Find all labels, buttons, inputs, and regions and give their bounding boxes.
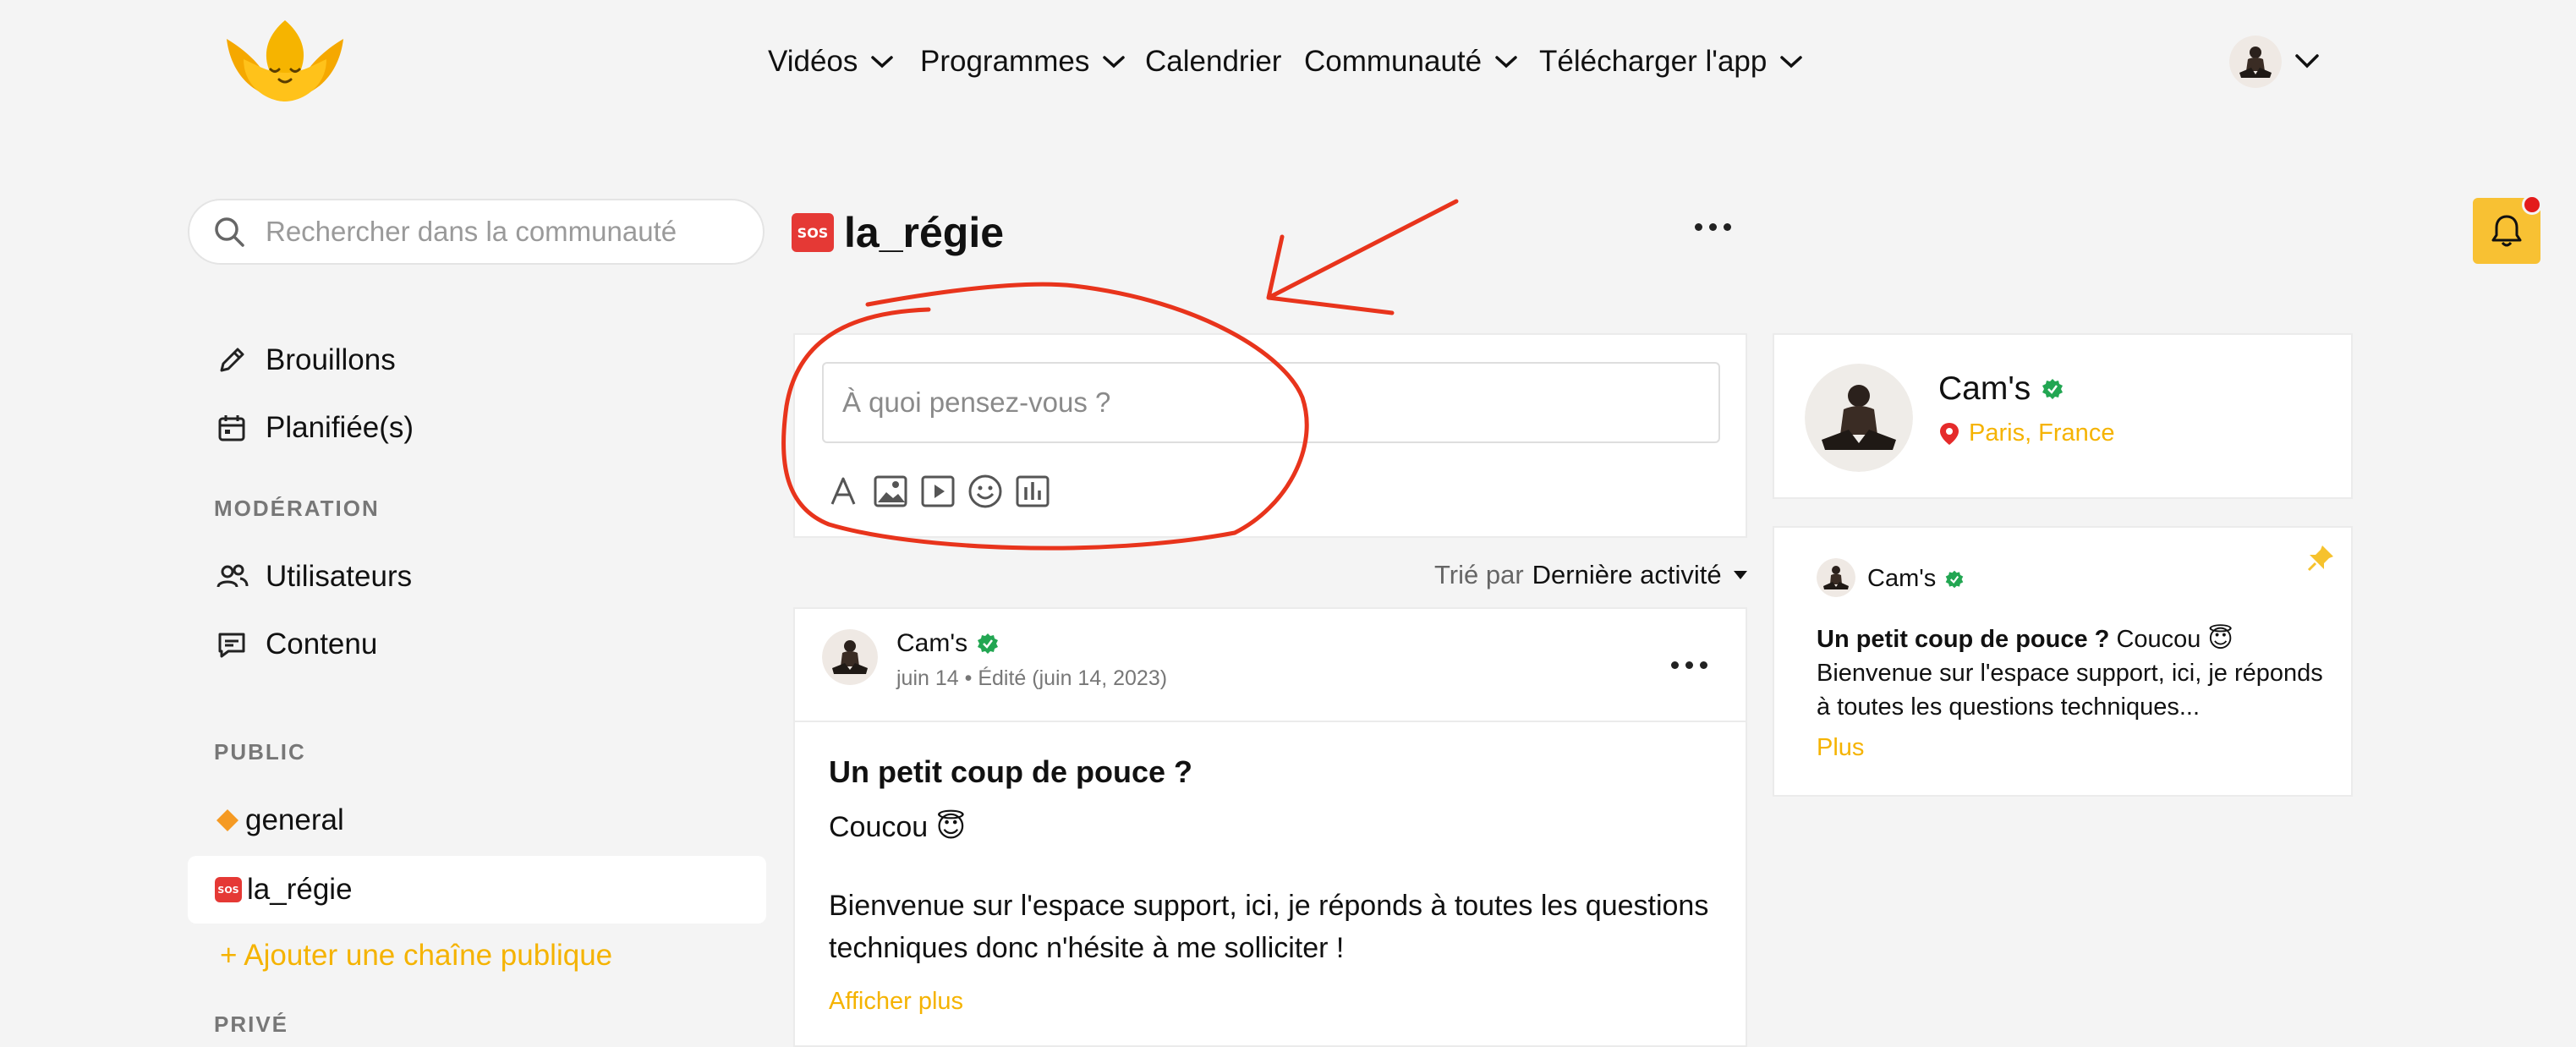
location-text: Paris, France xyxy=(1969,419,2115,447)
pinned-excerpt: Un petit coup de pouce ? Coucou 😇 Bienve… xyxy=(1817,622,2324,724)
nav-programmes[interactable]: Programmes xyxy=(920,32,1126,91)
pinned-more-link[interactable]: Plus xyxy=(1817,734,1864,762)
post-body: Bienvenue sur l'espace support, ici, je … xyxy=(829,890,1709,964)
notification-badge xyxy=(2522,195,2542,215)
nav-label: Calendrier xyxy=(1145,45,1282,78)
annotation-arrow xyxy=(1266,199,1459,315)
user-avatar[interactable] xyxy=(2229,36,2282,88)
sos-icon: SOS xyxy=(792,213,834,252)
chevron-down-icon xyxy=(1495,56,1517,69)
add-public-channel-link[interactable]: + Ajouter une chaîne publique xyxy=(220,939,612,973)
pencil-icon xyxy=(220,348,244,372)
post-menu-button[interactable] xyxy=(1671,661,1707,669)
orange-diamond-icon xyxy=(216,809,238,831)
emoji-icon[interactable] xyxy=(966,472,1005,511)
channel-label: general xyxy=(245,803,344,836)
post-author[interactable]: Cam's xyxy=(896,629,1000,658)
chevron-down-icon xyxy=(1780,56,1803,69)
author-name: Cam's xyxy=(1867,565,1937,592)
sidebar-item-contenu[interactable]: Contenu xyxy=(188,611,766,678)
chevron-down-icon xyxy=(1103,56,1126,69)
image-icon[interactable] xyxy=(871,472,910,511)
channel-menu-button[interactable] xyxy=(1695,223,1731,231)
profile-location: Paris, France xyxy=(1938,419,2114,447)
nav-label: Télécharger l'app xyxy=(1539,45,1768,78)
author-avatar xyxy=(1817,558,1855,597)
section-heading-prive: PRIVÉ xyxy=(214,1011,289,1037)
sidebar-item-label: Planifiée(s) xyxy=(266,411,414,444)
sidebar-item-utilisateurs[interactable]: Utilisateurs xyxy=(188,543,766,611)
video-icon[interactable] xyxy=(918,472,957,511)
sort-prefix: Trié par xyxy=(1434,560,1524,589)
section-heading-public: PUBLIC xyxy=(214,739,306,765)
dot xyxy=(1695,223,1702,231)
map-pin-icon xyxy=(1940,422,1959,445)
nav-calendrier[interactable]: Calendrier xyxy=(1145,32,1281,91)
message-icon xyxy=(218,633,245,658)
sidebar-item-label: Contenu xyxy=(266,628,378,661)
pinned-author: Cam's xyxy=(1867,565,1965,593)
pinned-post-card[interactable]: Cam's Un petit coup de pouce ? Coucou 😇 … xyxy=(1773,526,2353,797)
verified-icon xyxy=(2042,379,2064,399)
nav-communaute[interactable]: Communauté xyxy=(1304,32,1519,91)
pin-icon xyxy=(2307,545,2333,572)
show-more-link[interactable]: Afficher plus xyxy=(829,988,963,1016)
dot xyxy=(1685,661,1693,669)
channel-label: la_régie xyxy=(247,873,353,906)
channel-title: SOS la_régie xyxy=(792,203,1004,262)
author-avatar[interactable] xyxy=(822,629,878,685)
verified-icon xyxy=(1945,570,1964,588)
chevron-down-icon[interactable] xyxy=(2294,51,2321,71)
channel-name: la_régie xyxy=(844,209,1005,256)
profile-name-text: Cam's xyxy=(1938,370,2031,407)
pinned-title: Un petit coup de pouce ? xyxy=(1817,626,2110,653)
calendar-icon xyxy=(218,415,245,441)
search-input[interactable] xyxy=(264,215,741,249)
sidebar-item-label: Utilisateurs xyxy=(266,560,413,593)
profile-avatar[interactable] xyxy=(1805,364,1913,472)
users-icon xyxy=(216,564,249,588)
search-icon xyxy=(215,217,244,247)
dot xyxy=(1700,661,1707,669)
dot xyxy=(1709,223,1717,231)
nav-label: Programmes xyxy=(920,45,1090,78)
nav-label: Vidéos xyxy=(768,45,858,78)
poll-icon[interactable] xyxy=(1013,472,1052,511)
nav-videos[interactable]: Vidéos xyxy=(768,32,895,91)
sidebar-item-label: Brouillons xyxy=(266,343,396,376)
sort-control[interactable]: Trié par Dernière activité xyxy=(1434,560,1747,590)
profile-name[interactable]: Cam's xyxy=(1938,370,2064,408)
main-nav: Vidéos Programmes Calendrier Communauté … xyxy=(0,32,2576,91)
sos-icon: SOS xyxy=(215,877,242,902)
post-header: Cam's juin 14 • Édité (juin 14, 2023) xyxy=(795,609,1746,722)
sidebar-item-brouillons[interactable]: Brouillons xyxy=(188,326,766,394)
author-profile-card: Cam's Paris, France xyxy=(1773,333,2353,499)
sidebar-item-planifiees[interactable]: Planifiée(s) xyxy=(188,394,766,462)
caret-down-icon xyxy=(1733,571,1747,579)
post-greeting: Coucou 😇 xyxy=(829,811,967,843)
nav-label: Communauté xyxy=(1304,45,1483,78)
composer-input[interactable] xyxy=(822,362,1720,443)
chevron-down-icon xyxy=(871,56,894,69)
text-format-icon[interactable] xyxy=(824,472,863,511)
channel-la-regie[interactable]: SOS la_régie xyxy=(188,856,766,924)
sort-value: Dernière activité xyxy=(1532,560,1722,589)
community-search[interactable] xyxy=(188,199,765,265)
section-heading-moderation: MODÉRATION xyxy=(214,496,380,521)
post-meta: juin 14 • Édité (juin 14, 2023) xyxy=(896,666,1168,690)
channel-general[interactable]: general xyxy=(188,787,766,854)
post-composer xyxy=(793,333,1747,538)
dot xyxy=(1671,661,1679,669)
post-title: Un petit coup de pouce ? xyxy=(829,754,1192,789)
verified-icon xyxy=(978,633,999,654)
post-card: Cam's juin 14 • Édité (juin 14, 2023) Un… xyxy=(793,607,1747,1047)
author-name: Cam's xyxy=(896,629,968,657)
nav-telecharger[interactable]: Télécharger l'app xyxy=(1539,32,1804,91)
dot xyxy=(1724,223,1731,231)
bell-icon xyxy=(2491,215,2522,247)
